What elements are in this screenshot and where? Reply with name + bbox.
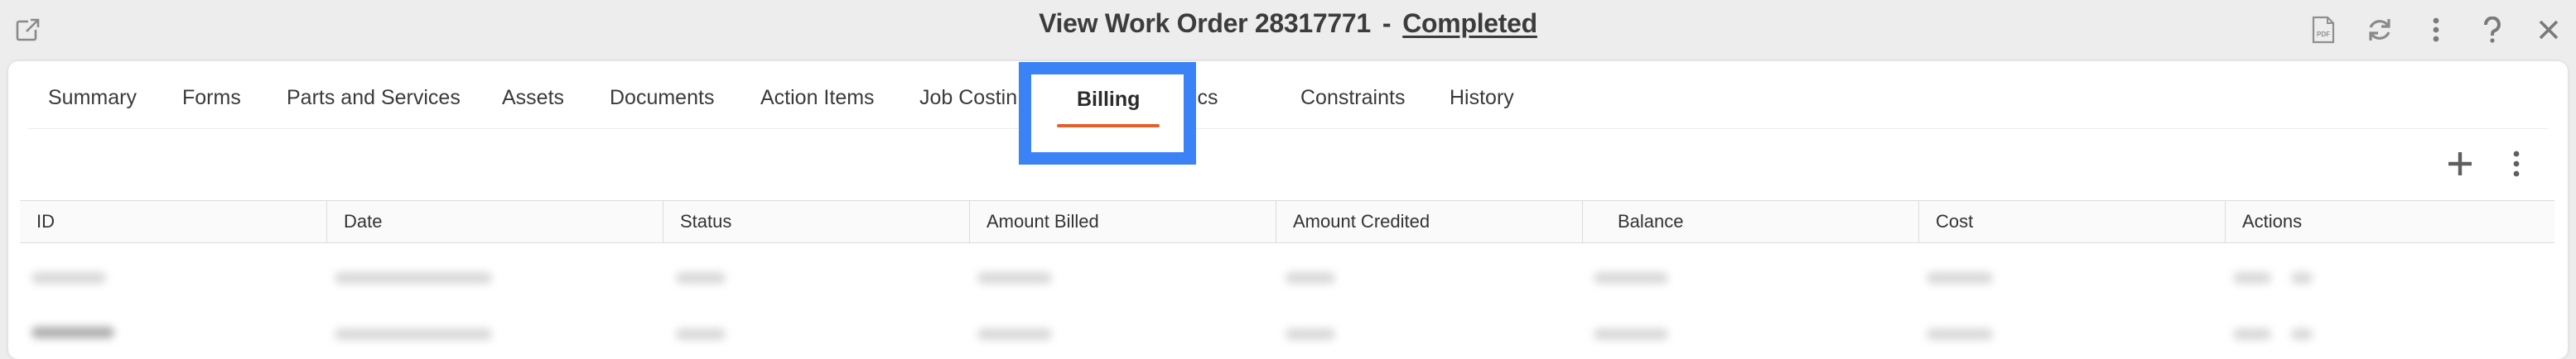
svg-text:PDF: PDF [2317,31,2330,38]
tab-action-items[interactable]: Action Items [760,86,875,110]
title-actions: PDF [2281,10,2563,50]
redacted-cell [335,272,492,284]
table-row[interactable] [20,300,2554,357]
redacted-cell [977,328,1052,340]
redacted-cell [335,328,492,340]
column-header-amount-credited[interactable]: Amount Credited [1276,201,1582,242]
title-separator: - [1382,8,1392,38]
tab-summary[interactable]: Summary [48,86,137,110]
pdf-icon[interactable]: PDF [2309,16,2337,44]
tab-bar: Summary Forms Parts and Services Assets … [8,61,2568,129]
active-tab-indicator [1057,124,1160,127]
column-header-amount-billed[interactable]: Amount Billed [969,201,1276,242]
tab-documents[interactable]: Documents [610,86,714,110]
tab-constraints[interactable]: Constraints [1300,86,1405,110]
tab-billing[interactable]: Billing [1077,88,1140,112]
title-prefix: View Work Order [1039,8,1248,38]
refresh-icon[interactable] [2366,16,2394,44]
tab-assets[interactable]: Assets [502,86,564,110]
tab-forms[interactable]: Forms [182,86,241,110]
column-header-date[interactable]: Date [326,201,663,242]
redacted-cell [676,328,726,340]
redacted-cell [1927,328,1993,340]
redacted-cell [2233,328,2271,340]
column-header-id[interactable]: ID [20,201,326,242]
title-bar: View Work Order 28317771- Completed PDF [0,0,2576,60]
table-header: ID Date Status Amount Billed Amount Cred… [20,201,2554,243]
help-icon[interactable] [2478,16,2506,44]
column-header-actions: Actions [2225,201,2554,242]
redacted-cell [31,327,114,338]
column-header-balance[interactable]: Balance [1582,201,1918,242]
redacted-cell [977,272,1052,284]
work-order-number: 28317771 [1254,8,1371,38]
more-vertical-icon[interactable] [2422,16,2450,44]
tab-job-costing[interactable]: Job Costin [919,86,1017,110]
close-icon[interactable] [2535,16,2563,44]
redacted-cell [1286,272,1335,284]
tabs-divider [28,128,2548,129]
redacted-cell [1927,272,1993,284]
tab-history[interactable]: History [1450,86,1514,110]
billing-table: ID Date Status Amount Billed Amount Cred… [20,200,2554,358]
active-tab-highlight [1019,62,1196,165]
add-icon[interactable] [2443,147,2477,180]
redacted-cell [31,272,106,284]
redacted-cell [1594,328,1668,340]
redacted-cell [2291,272,2313,284]
redacted-cell [2233,272,2271,284]
redacted-cell [2291,328,2313,340]
work-order-status-link[interactable]: Completed [1402,8,1537,38]
redacted-cell [1286,328,1335,340]
column-header-status[interactable]: Status [663,201,969,242]
redacted-cell [676,272,726,284]
more-vertical-icon[interactable] [2505,147,2528,180]
tab-parts-and-services[interactable]: Parts and Services [287,86,461,110]
column-header-cost[interactable]: Cost [1918,201,2225,242]
redacted-cell [1594,272,1668,284]
page-title: View Work Order 28317771- Completed [0,8,2576,39]
table-row[interactable] [20,244,2554,300]
